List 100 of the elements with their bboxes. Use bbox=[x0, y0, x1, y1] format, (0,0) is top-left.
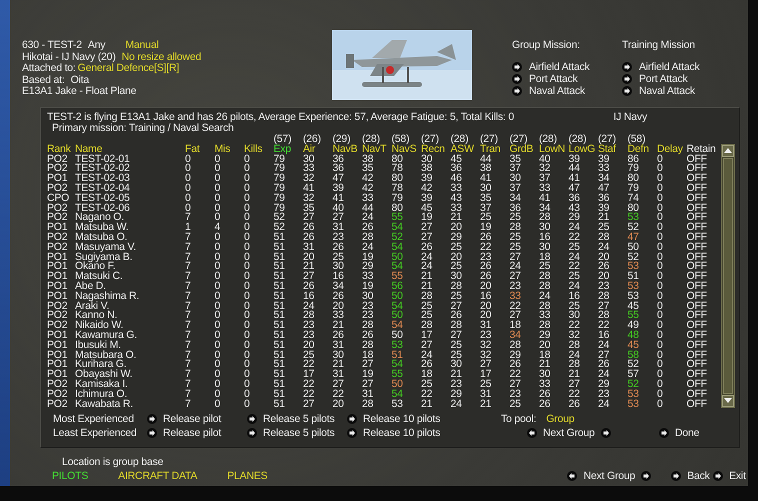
pilot-name[interactable]: Ichimura O. bbox=[75, 388, 185, 399]
release-button[interactable]: Release pilot bbox=[147, 412, 247, 425]
mission-option[interactable]: Naval Attack bbox=[512, 85, 602, 97]
exit-button[interactable]: Exit bbox=[713, 470, 748, 482]
pilot-name[interactable]: TEST-02-03 bbox=[75, 173, 185, 184]
table-cell-text: 0 bbox=[657, 173, 664, 184]
table-cell-text: 32 bbox=[480, 340, 492, 350]
release-button[interactable]: Release 10 pilots bbox=[347, 426, 487, 439]
scrollbar[interactable] bbox=[720, 144, 734, 408]
right-arrow-icon bbox=[622, 62, 632, 72]
pilot-name[interactable]: Obayashi W. bbox=[75, 369, 185, 380]
pool-label: To pool: bbox=[501, 412, 536, 425]
pilot-name[interactable]: Sugiyama B. bbox=[75, 252, 185, 262]
pilot-name[interactable]: Okano F. bbox=[75, 261, 185, 272]
table-cell-text: 31 bbox=[332, 340, 345, 350]
mission-option[interactable]: Port Attack bbox=[622, 73, 712, 85]
table-cell-text: 51 bbox=[628, 271, 640, 282]
table-cell-text: 0 bbox=[657, 340, 664, 350]
scroll-down-icon[interactable] bbox=[724, 398, 732, 404]
column-header[interactable]: Name bbox=[75, 144, 185, 154]
column-header[interactable]: Tran bbox=[480, 144, 510, 154]
right-arrow-icon bbox=[641, 471, 652, 481]
done-button[interactable]: Done bbox=[659, 426, 709, 439]
next-group-button[interactable]: Next Group bbox=[567, 470, 652, 482]
table-cell-text: 33 bbox=[362, 192, 374, 203]
table-cell-text: PO1 bbox=[47, 280, 68, 291]
column-header[interactable]: Retain bbox=[686, 144, 718, 154]
pilot-name[interactable]: TEST-02-04 bbox=[75, 182, 185, 193]
table-cell-text: 0 bbox=[244, 271, 251, 282]
pilot-name[interactable]: Matsubara O. bbox=[75, 350, 185, 360]
table-cell-text: 22 bbox=[568, 388, 581, 399]
pilot-name[interactable]: TEST-02-05 bbox=[75, 192, 185, 203]
table-cell-text: 25 bbox=[568, 300, 581, 311]
release-button[interactable]: Release 10 pilots bbox=[347, 412, 487, 425]
mission-option[interactable]: Airfield Attack bbox=[512, 61, 602, 73]
screen-tab[interactable]: PLANES bbox=[227, 470, 268, 482]
column-header[interactable]: Delay bbox=[657, 144, 686, 154]
column-header[interactable]: LowG bbox=[568, 144, 598, 154]
column-header[interactable]: Exp bbox=[274, 144, 303, 154]
column-header[interactable]: Air bbox=[303, 144, 332, 154]
table-cell-text: 26 bbox=[362, 330, 374, 340]
table-cell-text: 0 bbox=[657, 192, 664, 203]
table-cell-text: PO2 bbox=[47, 242, 68, 252]
mission-option[interactable]: Airfield Attack bbox=[622, 61, 712, 73]
back-button[interactable]: Back bbox=[671, 470, 714, 482]
pilot-name[interactable]: Araki V. bbox=[75, 300, 185, 311]
table-cell-text: 21 bbox=[539, 359, 552, 370]
mode-value[interactable]: Manual bbox=[125, 40, 159, 52]
column-header[interactable]: NavT bbox=[362, 144, 392, 154]
pilot-name[interactable]: Matsuba W. bbox=[75, 222, 185, 232]
pilot-name[interactable]: Nagashima R. bbox=[75, 290, 185, 301]
table-cell-text: 0 bbox=[185, 173, 192, 184]
table-cell-text: 0 bbox=[244, 330, 251, 340]
table-cell-text: 0 bbox=[244, 290, 251, 301]
column-header[interactable]: Mis bbox=[214, 144, 244, 154]
pilot-name[interactable]: Kawabata R. bbox=[75, 398, 185, 409]
mission-option[interactable]: Naval Attack bbox=[622, 85, 712, 97]
pilot-name[interactable]: TEST-02-02 bbox=[75, 163, 185, 174]
pilot-name[interactable]: Kurihara G. bbox=[75, 359, 185, 370]
pilot-name[interactable]: Abe D. bbox=[75, 280, 185, 291]
mission-option[interactable]: Port Attack bbox=[512, 73, 602, 85]
release-button[interactable]: Release 5 pilots bbox=[247, 412, 347, 425]
screen-tab[interactable]: AIRCRAFT DATA bbox=[118, 470, 198, 482]
column-header[interactable]: NavB bbox=[332, 144, 362, 154]
pilot-name[interactable]: Nikaido W. bbox=[75, 320, 185, 330]
screen-tab[interactable]: PILOTS bbox=[52, 470, 88, 482]
column-header[interactable]: Kills bbox=[244, 144, 274, 154]
pilot-name[interactable]: Matsuba O. bbox=[75, 232, 185, 242]
release-button[interactable]: Release pilot bbox=[147, 426, 247, 439]
table-cell-text: 26 bbox=[303, 280, 316, 291]
table-cell-text: 20 bbox=[303, 340, 316, 350]
column-header[interactable]: LowN bbox=[539, 144, 568, 154]
column-header[interactable]: ASW bbox=[450, 144, 480, 154]
scroll-up-icon[interactable] bbox=[724, 148, 732, 154]
column-header[interactable]: Fat bbox=[185, 144, 214, 154]
column-header[interactable]: Rank bbox=[47, 144, 75, 154]
pilot-name[interactable]: Masuyama V. bbox=[75, 242, 185, 252]
table-cell-text: 30 bbox=[450, 359, 463, 370]
column-header[interactable]: Staf bbox=[598, 144, 628, 154]
table-cell-text: 32 bbox=[539, 163, 552, 174]
table-cell-text: OFF bbox=[686, 252, 708, 262]
pilot-name[interactable]: Nagano O. bbox=[75, 212, 185, 222]
release-button[interactable]: Release 5 pilots bbox=[247, 426, 347, 439]
pilot-name[interactable]: TEST-02-06 bbox=[75, 202, 185, 213]
pool-value[interactable]: Group bbox=[546, 412, 574, 425]
pilot-name[interactable]: TEST-02-01 bbox=[75, 154, 185, 164]
table-cell-text: 0 bbox=[244, 154, 251, 164]
next-group-button[interactable]: Next Group bbox=[527, 426, 637, 439]
pilot-name[interactable]: Kawamura G. bbox=[75, 330, 185, 340]
column-header[interactable]: GrdB bbox=[510, 144, 539, 154]
column-header[interactable]: Recn bbox=[421, 144, 450, 154]
attached-value[interactable]: General Defence[S][R] bbox=[78, 63, 180, 74]
table-cell-text: 29 bbox=[362, 261, 374, 272]
pilot-name[interactable]: Kamisaka I. bbox=[75, 378, 185, 389]
column-header[interactable]: Defn bbox=[628, 144, 657, 154]
pilot-name[interactable]: Kanno N. bbox=[75, 310, 185, 320]
table-cell-text: 33 bbox=[450, 182, 463, 193]
column-header[interactable]: NavS bbox=[392, 144, 421, 154]
pilot-name[interactable]: Ibusuki M. bbox=[75, 340, 185, 350]
pilot-name[interactable]: Matsuki C. bbox=[75, 271, 185, 282]
